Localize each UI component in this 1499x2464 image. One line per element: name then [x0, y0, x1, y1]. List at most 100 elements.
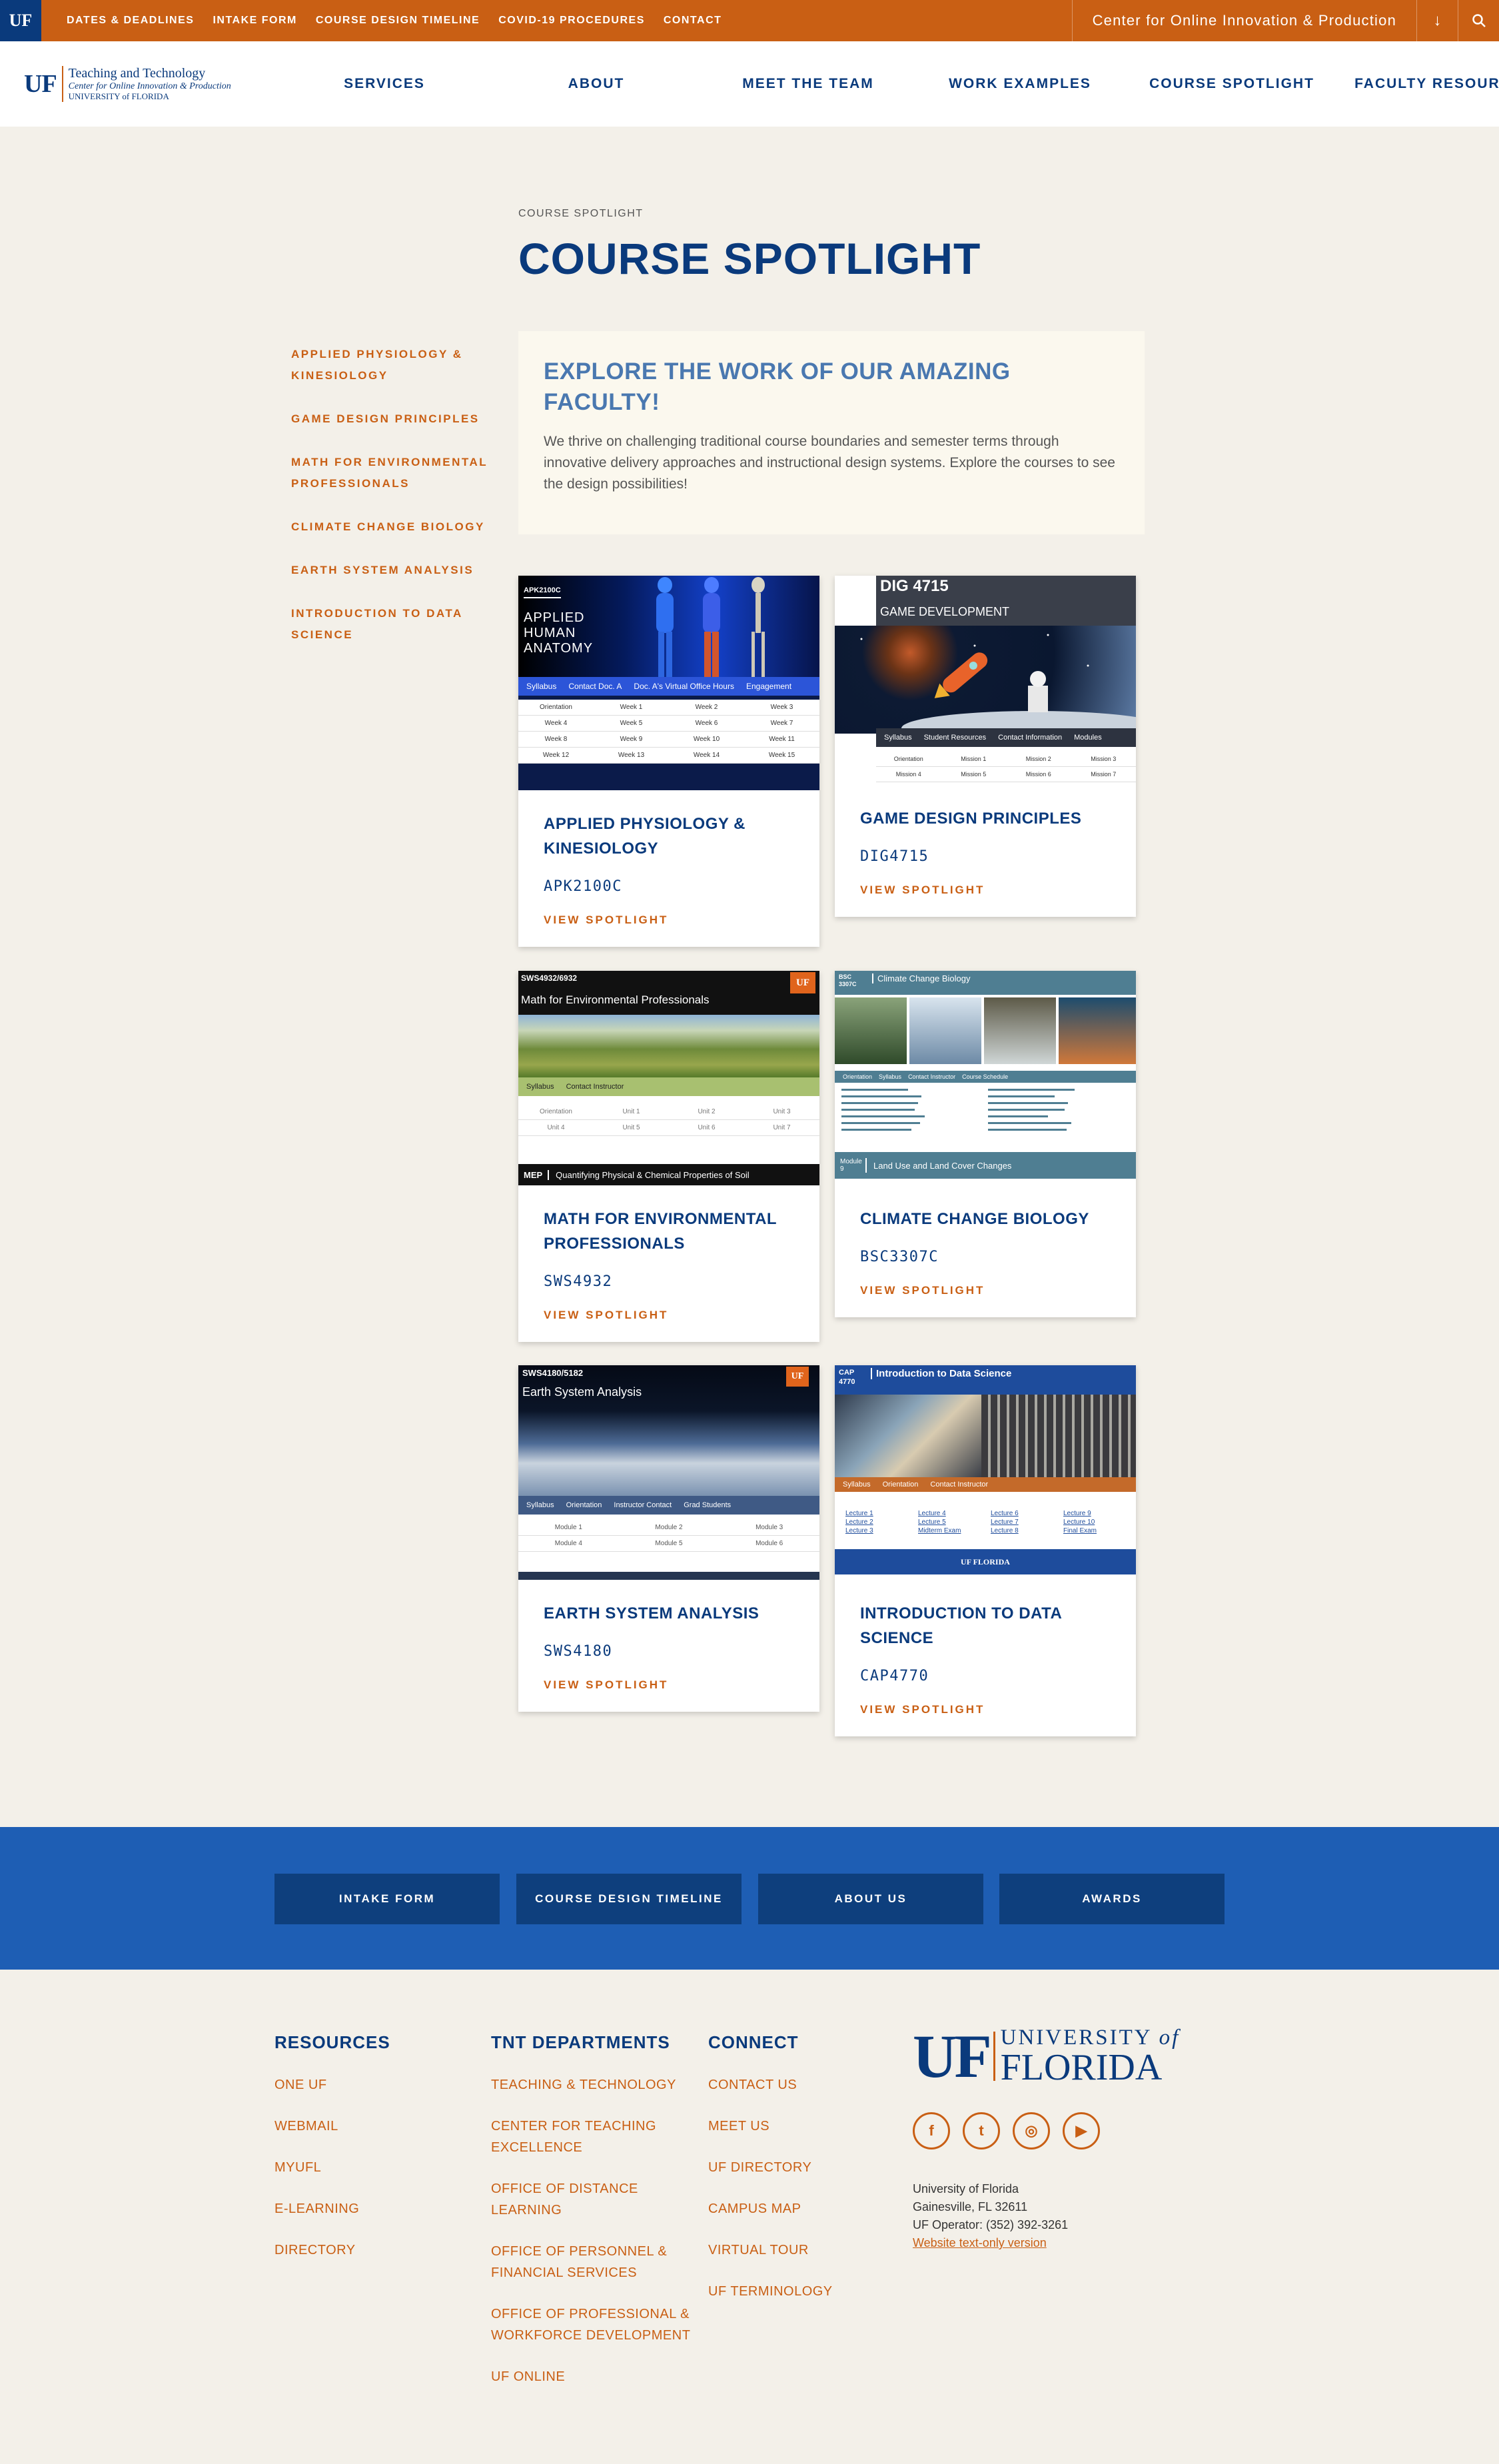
thumb-title: APPLIED HUMAN ANATOMY	[524, 610, 594, 656]
card-title[interactable]: APPLIED PHYSIOLOGY & KINESIOLOGY	[544, 812, 794, 861]
footer-link[interactable]: MEET US	[708, 2116, 888, 2137]
utility-link-dates[interactable]: DATES & DEADLINES	[67, 15, 194, 27]
thumb-bar-item: Orientation	[882, 1481, 919, 1489]
view-spotlight-link[interactable]: VIEW SPOTLIGHT	[860, 1284, 985, 1297]
sidenav-item-climate[interactable]: CLIMATE CHANGE BIOLOGY	[291, 516, 491, 538]
band-button-awards[interactable]: AWARDS	[999, 1874, 1225, 1924]
footer-link[interactable]: ONE UF	[274, 2074, 468, 2096]
sidenav-item-data-science[interactable]: INTRODUCTION TO DATA SCIENCE	[291, 603, 491, 646]
utility-link-contact[interactable]: CONTACT	[664, 15, 722, 27]
utility-link-timeline[interactable]: COURSE DESIGN TIMELINE	[316, 15, 480, 27]
footer-link[interactable]: CAMPUS MAP	[708, 2198, 888, 2219]
footer-link[interactable]: OFFICE OF PERSONNEL & FINANCIAL SERVICES	[491, 2241, 691, 2283]
band-button-about-us[interactable]: ABOUT US	[758, 1874, 983, 1924]
card-course-code: SWS4932	[544, 1273, 613, 1290]
footer-link[interactable]: OFFICE OF DISTANCE LEARNING	[491, 2178, 691, 2221]
sidenav-item-physiology[interactable]: APPLIED PHYSIOLOGY & KINESIOLOGY	[291, 344, 491, 386]
sidenav-item-earth-system[interactable]: EARTH SYSTEM ANALYSIS	[291, 560, 491, 581]
card-title[interactable]: INTRODUCTION TO DATA SCIENCE	[860, 1601, 1111, 1650]
center-selector[interactable]: Center for Online Innovation & Productio…	[1071, 0, 1416, 41]
footer-link[interactable]: CENTER FOR TEACHING EXCELLENCE	[491, 2116, 691, 2158]
breadcrumb[interactable]: COURSE SPOTLIGHT	[518, 208, 644, 220]
thumb-bar-item: Orientation	[566, 1501, 602, 1509]
card-title[interactable]: CLIMATE CHANGE BIOLOGY	[860, 1207, 1111, 1231]
card-title[interactable]: MATH FOR ENVIRONMENTAL PROFESSIONALS	[544, 1207, 794, 1256]
nav-faculty-resources[interactable]: FACULTY RESOURCES	[1338, 76, 1499, 92]
thumb-cell: Week 10	[669, 732, 744, 748]
nav-work-examples[interactable]: WORK EXAMPLES	[914, 76, 1126, 92]
intro-text: We thrive on challenging traditional cou…	[544, 434, 1115, 492]
nav-about[interactable]: ABOUT	[490, 76, 702, 92]
nav-course-spotlight[interactable]: COURSE SPOTLIGHT	[1126, 76, 1338, 92]
twitter-icon[interactable]: t	[963, 2112, 1000, 2150]
thumb-bar-item: Syllabus	[526, 1501, 554, 1509]
uf-home-link[interactable]: UF	[0, 0, 41, 41]
view-spotlight-link[interactable]: VIEW SPOTLIGHT	[544, 1309, 668, 1322]
footer-link[interactable]: UF TERMINOLOGY	[708, 2281, 888, 2302]
view-spotlight-link[interactable]: VIEW SPOTLIGHT	[860, 1703, 985, 1716]
card-body: MATH FOR ENVIRONMENTAL PROFESSIONALS SWS…	[518, 1185, 819, 1342]
view-spotlight-link[interactable]: VIEW SPOTLIGHT	[544, 914, 668, 927]
thumb-footer-tag: Module 9	[835, 1158, 867, 1173]
uf-footer-logo[interactable]: UF UNIVERSITY of FLORIDA	[913, 2026, 1180, 2087]
thumb-cell: Week 12	[518, 748, 594, 764]
card-title[interactable]: EARTH SYSTEM ANALYSIS	[544, 1601, 794, 1626]
course-thumbnail: BSC 3307C Climate Change Biology Orienta…	[835, 971, 1136, 1185]
thumb-code: SWS4932/6932	[521, 973, 578, 983]
footer-link[interactable]: CONTACT US	[708, 2074, 888, 2096]
thumb-cell: Week 7	[744, 716, 819, 732]
footer-heading: RESOURCES	[274, 2032, 390, 2052]
band-button-course-design-timeline[interactable]: COURSE DESIGN TIMELINE	[516, 1874, 742, 1924]
facebook-icon[interactable]: f	[913, 2112, 950, 2150]
thumb-cell: Lecture 9	[1063, 1510, 1091, 1517]
course-card-cap[interactable]: CAP 4770 Introduction to Data Science Sy…	[835, 1365, 1136, 1736]
thumb-cell: Mission 1	[941, 752, 1006, 767]
course-card-sws4180[interactable]: SWS4180/5182 Earth System Analysis UF Sy…	[518, 1365, 819, 1712]
utility-link-covid[interactable]: COVID-19 PROCEDURES	[498, 15, 645, 27]
footer-link[interactable]: MYUFL	[274, 2157, 468, 2178]
site-logo[interactable]: UF Teaching and Technology Center for On…	[24, 65, 231, 103]
arrow-down-icon[interactable]: ↓	[1416, 0, 1458, 41]
card-title[interactable]: GAME DESIGN PRINCIPLES	[860, 806, 1111, 831]
footer-link[interactable]: TEACHING & TECHNOLOGY	[491, 2074, 691, 2096]
course-card-apk[interactable]: APK2100C APPLIED HUMAN ANATOMY Syllabus …	[518, 576, 819, 947]
search-icon[interactable]	[1458, 0, 1499, 41]
thumb-bar-item: Syllabus	[879, 1073, 902, 1080]
top-right-controls: Center for Online Innovation & Productio…	[1071, 0, 1499, 41]
thumb-cell: Mission 3	[1071, 752, 1136, 767]
nav-meet-the-team[interactable]: MEET THE TEAM	[702, 76, 914, 92]
footer-link[interactable]: VIRTUAL TOUR	[708, 2239, 888, 2261]
view-spotlight-link[interactable]: VIEW SPOTLIGHT	[860, 884, 985, 897]
view-spotlight-link[interactable]: VIEW SPOTLIGHT	[544, 1678, 668, 1692]
thumb-week-grid: Orientation Week 1 Week 2 Week 3 Week 4 Week…	[518, 700, 819, 764]
top-utility-bar: UF DATES & DEADLINES INTAKE FORM COURSE …	[0, 0, 1499, 41]
footer-link[interactable]: OFFICE OF PROFESSIONAL & WORKFORCE DEVEL…	[491, 2303, 691, 2346]
thumb-cell: Week 8	[518, 732, 594, 748]
thumb-bar-item: Contact Doc. A	[568, 682, 622, 691]
utility-link-intake[interactable]: INTAKE FORM	[213, 15, 296, 27]
text-only-link[interactable]: Website text-only version	[913, 2236, 1047, 2249]
band-button-intake-form[interactable]: INTAKE FORM	[274, 1874, 500, 1924]
course-card-dig[interactable]: DIG 4715 GAME DEVELOPMENT Syllabus Stude…	[835, 576, 1136, 917]
site-header: UF Teaching and Technology Center for On…	[0, 41, 1499, 127]
footer-link[interactable]: WEBMAIL	[274, 2116, 468, 2137]
card-course-code: SWS4180	[544, 1643, 613, 1660]
course-thumbnail: SWS4180/5182 Earth System Analysis UF Sy…	[518, 1365, 819, 1580]
instagram-icon[interactable]: ◎	[1013, 2112, 1050, 2150]
thumb-cell: Lecture 7	[991, 1519, 1019, 1526]
sidenav-item-math-env[interactable]: MATH FOR ENVIRONMENTAL PROFESSIONALS	[291, 452, 491, 494]
thumb-cell: Unit 5	[594, 1120, 669, 1136]
sidenav-item-game-design[interactable]: GAME DESIGN PRINCIPLES	[291, 408, 491, 430]
card-body: CLIMATE CHANGE BIOLOGY BSC3307C VIEW SPO…	[835, 1185, 1136, 1317]
course-card-sws4932[interactable]: SWS4932/6932 Math for Environmental Prof…	[518, 971, 819, 1342]
course-card-bsc[interactable]: BSC 3307C Climate Change Biology Orienta…	[835, 971, 1136, 1317]
thumb-bar-item: Instructor Contact	[614, 1501, 672, 1509]
thumb-toolbar: Syllabus Orientation Instructor Contact …	[518, 1496, 819, 1515]
footer-link[interactable]: UF DIRECTORY	[708, 2157, 888, 2178]
youtube-icon[interactable]: ▶	[1063, 2112, 1100, 2150]
footer-link[interactable]: UF ONLINE	[491, 2366, 691, 2387]
wordmark-florida: FLORIDA	[1000, 2046, 1163, 2088]
footer-link[interactable]: DIRECTORY	[274, 2239, 468, 2261]
nav-services[interactable]: SERVICES	[278, 76, 490, 92]
footer-link[interactable]: E-LEARNING	[274, 2198, 468, 2219]
